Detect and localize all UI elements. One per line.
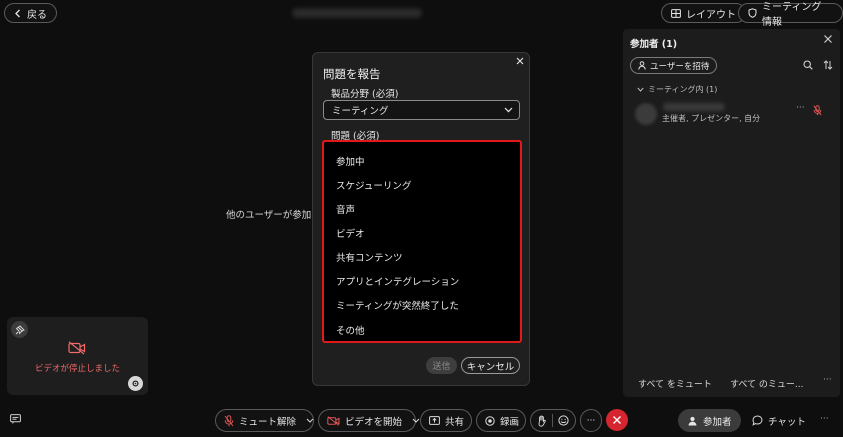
- dialog-title: 問題を報告: [323, 67, 381, 81]
- in-meeting-group-toggle[interactable]: ミーティング内 (1): [637, 84, 717, 95]
- close-panel-icon[interactable]: [823, 34, 833, 44]
- chevron-down-icon[interactable]: [412, 418, 420, 423]
- raise-hand-icon[interactable]: [537, 414, 547, 427]
- mic-muted-icon[interactable]: [813, 105, 822, 116]
- layout-label: レイアウト: [686, 9, 736, 21]
- emoji-icon[interactable]: [558, 415, 569, 426]
- back-label: 戻る: [27, 9, 47, 21]
- more-icon: ···: [586, 415, 596, 426]
- video-off-icon: [327, 415, 340, 426]
- video-off-status: ビデオが停止しました: [34, 364, 120, 374]
- unmute-button[interactable]: ミュート解除: [215, 409, 314, 432]
- chat-button[interactable]: チャット: [748, 409, 810, 432]
- participants-label: 参加者: [703, 416, 732, 428]
- issue-dropdown-list[interactable]: 参加中 スケジューリング 音声 ビデオ 共有コンテンツ アプリとインテグレーショ…: [322, 140, 522, 343]
- leave-meeting-button[interactable]: [606, 409, 628, 431]
- report-issue-dialog: 問題を報告 製品分野 (必須) ミーティング 問題 (必須) 参加中 スケジュー…: [312, 52, 530, 386]
- chat-bubble-icon: [752, 415, 763, 426]
- video-off-icon: [68, 341, 86, 358]
- divider: [552, 414, 553, 427]
- start-video-label: ビデオを開始: [345, 416, 403, 428]
- panel-more-icon[interactable]: ···: [823, 375, 832, 385]
- send-button[interactable]: 送信: [426, 357, 457, 374]
- people-icon: [687, 416, 698, 426]
- back-button[interactable]: 戻る: [4, 3, 57, 23]
- reactions-button[interactable]: [530, 409, 576, 432]
- shield-icon: [748, 8, 757, 18]
- mic-muted-icon: [224, 414, 234, 427]
- issue-option-video[interactable]: ビデオ: [336, 226, 365, 240]
- issue-option-audio[interactable]: 音声: [336, 202, 355, 216]
- cancel-button[interactable]: キャンセル: [461, 357, 520, 374]
- issue-option-meeting-ended[interactable]: ミーティングが突然終了した: [336, 298, 459, 312]
- share-label: 共有: [445, 416, 465, 428]
- layout-grid-icon: [671, 8, 681, 18]
- start-video-button[interactable]: ビデオを開始: [318, 409, 420, 432]
- chat-label: チャット: [768, 416, 806, 428]
- record-button[interactable]: 録画: [476, 409, 526, 432]
- pin-icon: [15, 324, 25, 334]
- waiting-message: 他のユーザーが参加す: [226, 210, 321, 221]
- share-button[interactable]: 共有: [420, 409, 472, 432]
- participants-button[interactable]: 参加者: [678, 409, 741, 432]
- bottom-more-icon[interactable]: ···: [820, 414, 829, 424]
- person-icon: [638, 61, 646, 70]
- chevron-down-icon[interactable]: [306, 418, 314, 423]
- issue-option-joining[interactable]: 参加中: [336, 154, 365, 168]
- invite-users-button[interactable]: ユーザーを招待: [630, 57, 718, 74]
- close-icon: [613, 416, 621, 424]
- self-view: ビデオが停止しました: [7, 317, 148, 395]
- issue-option-other[interactable]: その他: [336, 323, 365, 337]
- chevron-down-icon: [504, 107, 513, 113]
- more-options-button[interactable]: ···: [580, 409, 602, 432]
- meeting-title: [292, 8, 422, 18]
- participants-panel: 参加者 (1) ユーザーを招待 ミーティング内 (1) 主催者, プレゼンター,…: [623, 29, 840, 397]
- issue-option-scheduling[interactable]: スケジューリング: [336, 178, 411, 192]
- mute-all-button[interactable]: すべて をミュート: [638, 377, 712, 390]
- panel-title: 参加者 (1): [630, 39, 678, 50]
- participant-more-icon[interactable]: ···: [796, 103, 805, 113]
- sort-icon[interactable]: [823, 60, 833, 70]
- unmute-label: ミュート解除: [239, 416, 297, 428]
- meeting-info-label: ミーティング 情報: [762, 2, 822, 28]
- pin-button[interactable]: [11, 321, 28, 338]
- record-label: 録画: [500, 416, 520, 428]
- product-area-label: 製品分野 (必須): [331, 89, 399, 100]
- avatar: [635, 103, 657, 125]
- chevron-left-icon: [14, 9, 22, 18]
- record-icon: [485, 415, 495, 426]
- invite-label: ユーザーを招待: [650, 61, 710, 72]
- gear-icon: [132, 380, 139, 387]
- issue-option-apps-integrations[interactable]: アプリとインテグレーション: [336, 274, 459, 288]
- chevron-down-icon: [637, 87, 644, 92]
- mute-all-options-button[interactable]: すべて のミュー...: [730, 377, 803, 390]
- close-icon[interactable]: [516, 57, 524, 65]
- product-area-value: ミーティング: [332, 106, 389, 117]
- participant-name: [663, 103, 725, 111]
- search-icon[interactable]: [803, 60, 813, 70]
- product-area-select[interactable]: ミーティング: [323, 100, 520, 120]
- share-screen-icon: [429, 416, 440, 425]
- meeting-info-button[interactable]: ミーティング 情報: [738, 2, 843, 28]
- camera-settings-button[interactable]: [128, 376, 143, 391]
- captions-icon[interactable]: [10, 414, 21, 424]
- group-label: ミーティング内 (1): [648, 85, 718, 94]
- participant-role: 主催者, プレゼンター, 自分: [662, 114, 761, 123]
- issue-option-content-sharing[interactable]: 共有コンテンツ: [336, 250, 403, 264]
- layout-button[interactable]: レイアウト: [661, 3, 746, 23]
